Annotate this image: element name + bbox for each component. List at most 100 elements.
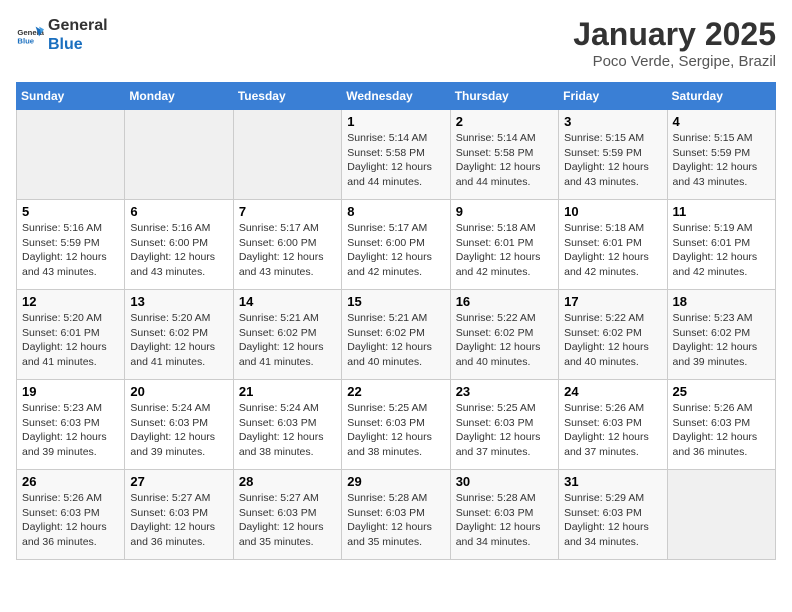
day-cell: 18 Sunrise: 5:23 AM Sunset: 6:02 PM Dayli… [667,290,775,380]
logo-line2: Blue [48,35,108,54]
day-cell: 3 Sunrise: 5:15 AM Sunset: 5:59 PM Daylig… [559,110,667,200]
day-info: Sunrise: 5:27 AM Sunset: 6:03 PM Dayligh… [130,491,227,550]
week-row-3: 12 Sunrise: 5:20 AM Sunset: 6:01 PM Dayli… [17,290,776,380]
day-number: 15 [347,294,444,309]
day-info: Sunrise: 5:18 AM Sunset: 6:01 PM Dayligh… [564,221,661,280]
day-number: 12 [22,294,119,309]
day-number: 31 [564,474,661,489]
day-cell: 8 Sunrise: 5:17 AM Sunset: 6:00 PM Daylig… [342,200,450,290]
day-cell: 9Sunrise: 5:18 AM Sunset: 6:01 PM Daylig… [450,200,558,290]
logo-icon: General Blue [16,21,44,49]
day-info: Sunrise: 5:16 AM Sunset: 5:59 PM Dayligh… [22,221,119,280]
header-wednesday: Wednesday [342,83,450,110]
day-cell: 23 Sunrise: 5:25 AM Sunset: 6:03 PM Dayli… [450,380,558,470]
day-number: 1 [347,114,444,129]
header-monday: Monday [125,83,233,110]
week-row-1: 1 Sunrise: 5:14 AM Sunset: 5:58 PM Daylig… [17,110,776,200]
day-cell: 30 Sunrise: 5:28 AM Sunset: 6:03 PM Dayli… [450,470,558,560]
day-number: 7 [239,204,336,219]
day-info: Sunrise: 5:21 AM Sunset: 6:02 PM Dayligh… [347,311,444,370]
day-number: 14 [239,294,336,309]
day-cell [125,110,233,200]
day-cell: 17Sunrise: 5:22 AM Sunset: 6:02 PM Dayli… [559,290,667,380]
calendar-subtitle: Poco Verde, Sergipe, Brazil [573,53,776,70]
day-cell: 20Sunrise: 5:24 AM Sunset: 6:03 PM Dayli… [125,380,233,470]
week-row-4: 19Sunrise: 5:23 AM Sunset: 6:03 PM Dayli… [17,380,776,470]
day-info: Sunrise: 5:15 AM Sunset: 5:59 PM Dayligh… [564,131,661,190]
header-saturday: Saturday [667,83,775,110]
day-cell: 2 Sunrise: 5:14 AM Sunset: 5:58 PM Daylig… [450,110,558,200]
day-number: 27 [130,474,227,489]
day-number: 23 [456,384,553,399]
day-info: Sunrise: 5:25 AM Sunset: 6:03 PM Dayligh… [347,401,444,460]
day-cell: 28Sunrise: 5:27 AM Sunset: 6:03 PM Dayli… [233,470,341,560]
day-cell [667,470,775,560]
day-number: 16 [456,294,553,309]
day-cell: 5 Sunrise: 5:16 AM Sunset: 5:59 PM Daylig… [17,200,125,290]
day-cell: 11 Sunrise: 5:19 AM Sunset: 6:01 PM Dayli… [667,200,775,290]
day-number: 3 [564,114,661,129]
header-sunday: Sunday [17,83,125,110]
day-number: 30 [456,474,553,489]
day-cell [17,110,125,200]
header-friday: Friday [559,83,667,110]
day-info: Sunrise: 5:28 AM Sunset: 6:03 PM Dayligh… [347,491,444,550]
calendar-title: January 2025 [573,16,776,53]
logo: General Blue General Blue [16,16,108,54]
day-cell: 27 Sunrise: 5:27 AM Sunset: 6:03 PM Dayli… [125,470,233,560]
day-number: 13 [130,294,227,309]
day-info: Sunrise: 5:25 AM Sunset: 6:03 PM Dayligh… [456,401,553,460]
day-cell: 12 Sunrise: 5:20 AM Sunset: 6:01 PM Dayli… [17,290,125,380]
day-cell: 14Sunrise: 5:21 AM Sunset: 6:02 PM Dayli… [233,290,341,380]
day-info: Sunrise: 5:22 AM Sunset: 6:02 PM Dayligh… [456,311,553,370]
day-info: Sunrise: 5:26 AM Sunset: 6:03 PM Dayligh… [564,401,661,460]
day-cell: 24 Sunrise: 5:26 AM Sunset: 6:03 PM Dayli… [559,380,667,470]
calendar-table: SundayMondayTuesdayWednesdayThursdayFrid… [16,82,776,560]
week-row-5: 26Sunrise: 5:26 AM Sunset: 6:03 PM Dayli… [17,470,776,560]
day-cell: 16 Sunrise: 5:22 AM Sunset: 6:02 PM Dayli… [450,290,558,380]
day-cell: 31 Sunrise: 5:29 AM Sunset: 6:03 PM Dayli… [559,470,667,560]
day-info: Sunrise: 5:24 AM Sunset: 6:03 PM Dayligh… [239,401,336,460]
logo-line1: General [48,16,108,35]
day-number: 25 [673,384,770,399]
day-info: Sunrise: 5:28 AM Sunset: 6:03 PM Dayligh… [456,491,553,550]
day-number: 9 [456,204,553,219]
day-cell: 25 Sunrise: 5:26 AM Sunset: 6:03 PM Dayli… [667,380,775,470]
day-cell [233,110,341,200]
day-cell: 1Sunrise: 5:14 AM Sunset: 5:58 PM Daylig… [342,110,450,200]
day-cell: 7 Sunrise: 5:17 AM Sunset: 6:00 PM Daylig… [233,200,341,290]
day-info: Sunrise: 5:26 AM Sunset: 6:03 PM Dayligh… [673,401,770,460]
day-cell: 4Sunrise: 5:15 AM Sunset: 5:59 PM Daylig… [667,110,775,200]
week-row-2: 5 Sunrise: 5:16 AM Sunset: 5:59 PM Daylig… [17,200,776,290]
day-cell: 22Sunrise: 5:25 AM Sunset: 6:03 PM Dayli… [342,380,450,470]
day-number: 5 [22,204,119,219]
day-cell: 13Sunrise: 5:20 AM Sunset: 6:02 PM Dayli… [125,290,233,380]
day-info: Sunrise: 5:17 AM Sunset: 6:00 PM Dayligh… [347,221,444,280]
day-info: Sunrise: 5:23 AM Sunset: 6:02 PM Dayligh… [673,311,770,370]
day-info: Sunrise: 5:16 AM Sunset: 6:00 PM Dayligh… [130,221,227,280]
day-number: 4 [673,114,770,129]
day-number: 10 [564,204,661,219]
page-header: General Blue General Blue January 2025 P… [16,16,776,70]
day-info: Sunrise: 5:29 AM Sunset: 6:03 PM Dayligh… [564,491,661,550]
day-info: Sunrise: 5:27 AM Sunset: 6:03 PM Dayligh… [239,491,336,550]
day-info: Sunrise: 5:17 AM Sunset: 6:00 PM Dayligh… [239,221,336,280]
day-number: 24 [564,384,661,399]
day-number: 18 [673,294,770,309]
day-cell: 19Sunrise: 5:23 AM Sunset: 6:03 PM Dayli… [17,380,125,470]
day-number: 2 [456,114,553,129]
day-cell: 26Sunrise: 5:26 AM Sunset: 6:03 PM Dayli… [17,470,125,560]
title-block: January 2025 Poco Verde, Sergipe, Brazil [573,16,776,70]
day-cell: 29 Sunrise: 5:28 AM Sunset: 6:03 PM Dayli… [342,470,450,560]
day-info: Sunrise: 5:14 AM Sunset: 5:58 PM Dayligh… [456,131,553,190]
day-number: 8 [347,204,444,219]
day-info: Sunrise: 5:23 AM Sunset: 6:03 PM Dayligh… [22,401,119,460]
day-number: 21 [239,384,336,399]
day-number: 11 [673,204,770,219]
day-info: Sunrise: 5:20 AM Sunset: 6:01 PM Dayligh… [22,311,119,370]
header-tuesday: Tuesday [233,83,341,110]
day-info: Sunrise: 5:19 AM Sunset: 6:01 PM Dayligh… [673,221,770,280]
day-cell: 15 Sunrise: 5:21 AM Sunset: 6:02 PM Dayli… [342,290,450,380]
day-number: 29 [347,474,444,489]
day-cell: 10 Sunrise: 5:18 AM Sunset: 6:01 PM Dayli… [559,200,667,290]
